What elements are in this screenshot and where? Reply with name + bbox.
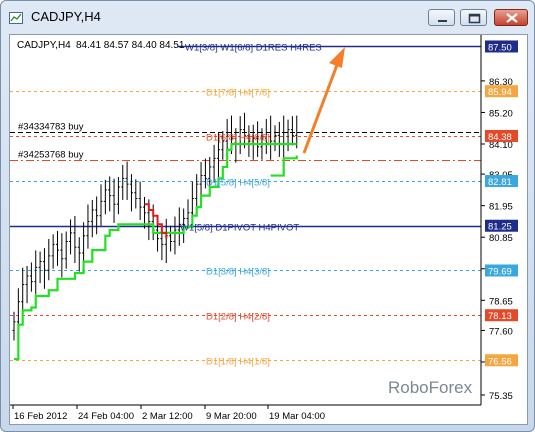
x-tick-label: 16 Feb 2012 — [14, 411, 67, 422]
chart-window-icon — [9, 11, 23, 24]
title-bar[interactable]: CADJPY,H4 — [1, 1, 534, 33]
y-tick-label: 77.60 — [489, 326, 513, 337]
chart-canvas[interactable]: W1[3/8] W1[6/8] D1RES H4RES D1[7/8] H4[7/… — [10, 35, 527, 424]
maximize-button[interactable] — [460, 9, 487, 26]
y-tick-label: 80.85 — [489, 233, 513, 244]
window-title: CADJPY,H4 — [31, 9, 101, 24]
level-label: W1[5/8] D1PIVOT H4PIVOT — [180, 223, 299, 234]
level-label: D1[2/8] H4[2/8] — [206, 312, 270, 323]
price-chart[interactable]: W1[3/8] W1[6/8] D1RES H4RES D1[7/8] H4[7/… — [9, 34, 528, 425]
x-tick-label: 2 Mar 12:00 — [142, 411, 193, 422]
price-tag-label: 76.56 — [488, 356, 512, 367]
minimize-icon — [438, 20, 447, 22]
trend-arrow-icon — [302, 47, 345, 154]
x-tick-label: 24 Feb 04:00 — [78, 411, 134, 422]
order-label: #34253768 buy — [18, 150, 84, 161]
x-tick-label: 9 Mar 20:00 — [206, 411, 257, 422]
support-line — [14, 142, 297, 361]
support-line-2 — [270, 155, 298, 177]
y-tick-label: 81.95 — [489, 202, 513, 213]
price-tag-label: 87.50 — [488, 42, 512, 53]
price-tag-label: 81.25 — [488, 222, 512, 233]
chart-ohlc: 84.41 84.57 84.40 84.51 — [76, 40, 185, 51]
price-tag-label: 85.94 — [488, 87, 512, 98]
close-button[interactable] — [494, 9, 528, 26]
price-tag-label: 84.38 — [488, 132, 512, 143]
price-tag-label: 78.13 — [488, 311, 512, 322]
level-label: D1[3/8] H4[3/8] — [206, 267, 270, 278]
chart-symbol: CADJPY,H4 — [17, 40, 71, 51]
chart-window: CADJPY,H4 W1[3/8] W1[6/8] D1RES H4RES D1[… — [0, 0, 535, 432]
y-tick-label: 78.65 — [489, 296, 513, 307]
y-tick-label: 85.20 — [489, 108, 513, 119]
level-label: D1[5/8] H4[5/8] — [206, 178, 270, 189]
x-tick-label: 19 Mar 04:00 — [269, 411, 325, 422]
y-tick-label: 75.35 — [489, 391, 513, 402]
level-label: D1[1/8] H4[1/8] — [206, 357, 270, 368]
minimize-button[interactable] — [428, 9, 455, 26]
price-tag-label: 82.81 — [488, 177, 512, 188]
close-icon — [506, 13, 518, 23]
order-label: #34334783 buy — [18, 122, 84, 133]
level-label: W1[3/8] W1[6/8] D1RES H4RES — [185, 43, 322, 54]
price-tag-label: 79.69 — [488, 266, 512, 277]
level-label: D1[7/8] H4[7/8] — [206, 88, 270, 99]
restore-icon — [468, 13, 481, 24]
watermark-logo: RoboForex — [388, 378, 473, 397]
level-label: D1[6/8] H4[6/8] — [206, 133, 270, 144]
